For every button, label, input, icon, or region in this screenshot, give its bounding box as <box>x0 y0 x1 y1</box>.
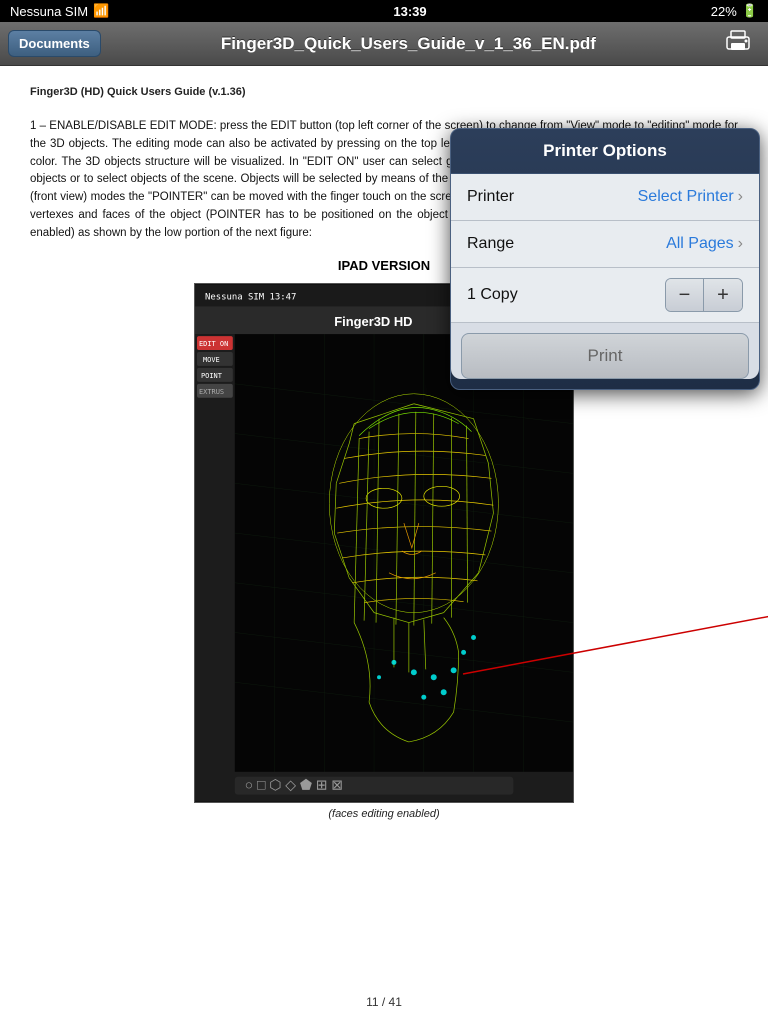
printer-chevron-icon: › <box>738 188 743 206</box>
pdf-caption: (faces editing enabled) <box>30 808 738 820</box>
back-button[interactable]: Documents <box>8 30 101 57</box>
svg-text:EDIT ON: EDIT ON <box>199 340 228 348</box>
svg-text:Nessuna SIM 13:47: Nessuna SIM 13:47 <box>205 292 296 302</box>
options-body: Printer Select Printer › Range All Pages… <box>451 174 759 379</box>
status-left: Nessuna SIM 📶 <box>10 3 109 19</box>
svg-text:Finger3D HD: Finger3D HD <box>334 314 412 329</box>
nav-bar: Documents Finger3D_Quick_Users_Guide_v_1… <box>0 22 768 66</box>
battery-icon: 🔋 <box>742 3 758 19</box>
pdf-footer: 11 / 41 <box>0 995 768 1009</box>
printer-label: Printer <box>467 188 514 206</box>
copy-stepper: − + <box>665 278 743 312</box>
print-button[interactable]: Print <box>461 333 749 379</box>
printer-value-container: Select Printer › <box>638 188 743 206</box>
printer-row[interactable]: Printer Select Printer › <box>451 174 759 221</box>
pdf-header: Finger3D (HD) Quick Users Guide (v.1.36) <box>30 86 738 98</box>
range-chevron-icon: › <box>738 235 743 253</box>
printer-options-panel: Printer Options Printer Select Printer ›… <box>450 128 760 390</box>
printer-options-title: Printer Options <box>451 129 759 174</box>
print-icon-button[interactable] <box>716 25 760 63</box>
status-right: 22% 🔋 <box>711 3 758 19</box>
svg-text:POINT: POINT <box>201 372 223 380</box>
range-row[interactable]: Range All Pages › <box>451 221 759 268</box>
status-bar: Nessuna SIM 📶 13:39 22% 🔋 <box>0 0 768 22</box>
battery-label: 22% <box>711 4 737 19</box>
range-value-container: All Pages › <box>666 235 743 253</box>
nav-title: Finger3D_Quick_Users_Guide_v_1_36_EN.pdf <box>101 34 716 54</box>
printer-value: Select Printer <box>638 188 734 206</box>
range-value: All Pages <box>666 235 734 253</box>
svg-text:EXTRUS: EXTRUS <box>199 387 224 395</box>
main-content: Finger3D (HD) Quick Users Guide (v.1.36)… <box>0 66 768 1024</box>
stepper-plus-button[interactable]: + <box>704 279 742 311</box>
carrier-label: Nessuna SIM <box>10 4 88 19</box>
wifi-icon: 📶 <box>93 3 109 19</box>
range-label: Range <box>467 235 514 253</box>
copy-row: 1 Copy − + <box>451 268 759 323</box>
copy-label: 1 Copy <box>467 286 518 304</box>
stepper-minus-button[interactable]: − <box>666 279 704 311</box>
time-label: 13:39 <box>393 4 426 19</box>
svg-text:MOVE: MOVE <box>203 356 220 364</box>
